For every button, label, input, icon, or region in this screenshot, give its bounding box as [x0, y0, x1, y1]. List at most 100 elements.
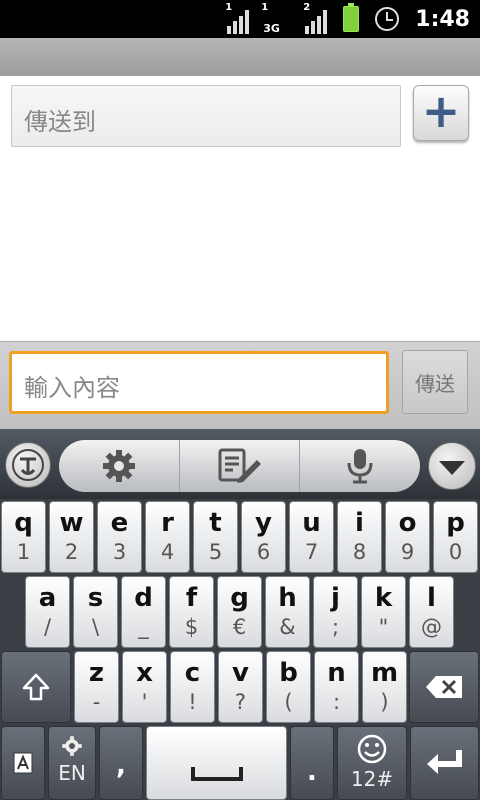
key-alt-label: €	[232, 615, 247, 639]
space-key[interactable]	[146, 726, 287, 800]
battery-icon	[343, 3, 360, 32]
key-label: q	[14, 508, 33, 538]
period-label: .	[307, 757, 317, 787]
key-alt-label: 3	[112, 540, 127, 564]
period-key[interactable]: .	[290, 726, 334, 800]
key-c[interactable]: c!	[170, 651, 215, 723]
key-alt-label: "	[378, 615, 389, 639]
language-key[interactable]: EN	[48, 726, 96, 800]
key-label: m	[370, 658, 399, 688]
key-m[interactable]: m)	[362, 651, 407, 723]
key-alt-label: @	[421, 615, 442, 639]
hide-keyboard-button[interactable]	[428, 442, 476, 490]
key-x[interactable]: x '	[122, 651, 167, 723]
key-label: i	[355, 508, 364, 538]
edit-note-icon	[218, 448, 261, 483]
key-f[interactable]: f $	[169, 576, 214, 648]
network-type-label: 3G	[263, 22, 280, 35]
add-recipient-button[interactable]: +	[413, 85, 469, 141]
key-label: j	[331, 583, 340, 613]
key-k[interactable]: k "	[361, 576, 406, 648]
key-label: k	[374, 583, 393, 613]
message-input[interactable]: 輸入內容	[9, 351, 389, 414]
key-o[interactable]: o9	[385, 501, 430, 573]
key-d[interactable]: d _	[121, 576, 166, 648]
key-z[interactable]: z-	[74, 651, 119, 723]
key-t[interactable]: t5	[193, 501, 238, 573]
key-label: x	[136, 658, 153, 688]
key-alt-label: &	[279, 615, 296, 639]
key-alt-label: ;	[331, 615, 340, 639]
key-h[interactable]: h &	[265, 576, 310, 648]
key-u[interactable]: u7	[289, 501, 334, 573]
keyboard: q1w2e3r4t5y6u7i8o9p0 a / s \ d _ f $ g € h & j; k " l @ …	[0, 429, 480, 800]
signal-icon: 2	[303, 2, 328, 34]
key-alt-label: 7	[304, 540, 319, 564]
key-e[interactable]: e3	[97, 501, 142, 573]
key-label: u	[302, 508, 321, 538]
key-alt-label: (	[284, 690, 293, 714]
key-alt-label: !	[188, 690, 197, 714]
key-v[interactable]: v?	[218, 651, 263, 723]
backspace-icon	[426, 676, 462, 698]
key-alt-label: /	[43, 615, 52, 639]
3g-signal-icon: 1 3G	[261, 2, 291, 35]
key-alt-label: ?	[234, 690, 247, 714]
key-g[interactable]: g €	[217, 576, 262, 648]
key-w[interactable]: w2	[49, 501, 94, 573]
key-label: r	[161, 508, 174, 538]
send-button[interactable]: 傳送	[402, 350, 468, 414]
symbols-key[interactable]: 12#	[337, 726, 407, 800]
keyboard-settings-button[interactable]	[59, 440, 180, 492]
key-alt-label: 9	[400, 540, 415, 564]
recipient-input[interactable]: 傳送到	[11, 85, 401, 147]
key-label: n	[327, 658, 346, 688]
enter-icon	[426, 750, 462, 774]
space-icon	[190, 767, 243, 781]
gear-icon	[62, 736, 82, 756]
gear-icon	[102, 450, 135, 482]
shift-icon	[22, 673, 50, 701]
backspace-key[interactable]	[409, 651, 479, 723]
chevron-down-icon	[439, 461, 465, 475]
shift-key[interactable]	[1, 651, 71, 723]
key-s[interactable]: s \	[73, 576, 118, 648]
key-alt-label: 4	[160, 540, 175, 564]
signal-sim-label: 1	[225, 2, 233, 13]
key-n[interactable]: n:	[314, 651, 359, 723]
key-label: e	[110, 508, 129, 538]
key-y[interactable]: y6	[241, 501, 286, 573]
key-label: w	[59, 508, 84, 538]
plus-icon: +	[421, 84, 461, 138]
key-a[interactable]: a /	[25, 576, 70, 648]
symbols-label: 12#	[350, 767, 394, 791]
keyboard-logo-button[interactable]	[5, 442, 51, 488]
alarm-icon	[375, 7, 400, 31]
key-alt-label: '	[141, 690, 148, 714]
key-alt-label: 5	[208, 540, 223, 564]
keyboard-logo-icon	[12, 449, 44, 481]
input-mode-key[interactable]	[1, 726, 45, 800]
key-l[interactable]: l @	[409, 576, 454, 648]
emoji-icon	[357, 734, 387, 764]
key-q[interactable]: q1	[1, 501, 46, 573]
voice-input-button[interactable]	[300, 440, 420, 492]
key-i[interactable]: i8	[337, 501, 382, 573]
key-b[interactable]: b(	[266, 651, 311, 723]
key-label: g	[230, 583, 249, 613]
comma-key[interactable]: ,	[99, 726, 143, 800]
microphone-icon	[347, 449, 373, 484]
key-p[interactable]: p0	[433, 501, 478, 573]
key-j[interactable]: j;	[313, 576, 358, 648]
key-r[interactable]: r4	[145, 501, 190, 573]
enter-key[interactable]	[410, 726, 479, 800]
key-label: t	[209, 508, 222, 538]
status-time: 1:48	[415, 6, 470, 32]
key-label: c	[184, 658, 201, 688]
keyboard-toolbar	[0, 429, 480, 499]
handwriting-button[interactable]	[180, 440, 301, 492]
key-label: f	[185, 583, 198, 613]
key-alt-label: 6	[256, 540, 271, 564]
keyboard-tool-pill	[59, 440, 420, 492]
key-label: z	[88, 658, 105, 688]
